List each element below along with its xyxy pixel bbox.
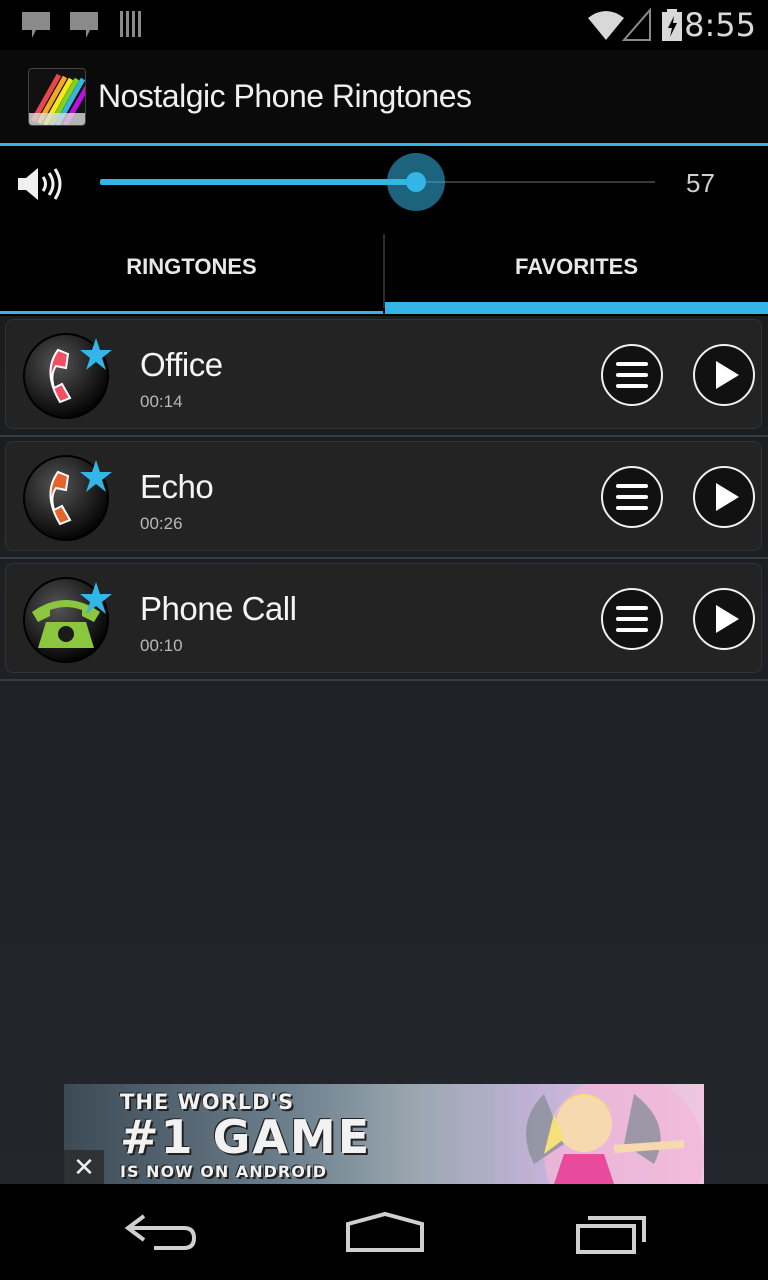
- favorites-list: Office 00:14 Echo 00:26 Phone Call 00:10…: [0, 316, 768, 1184]
- volume-slider-fill: [100, 179, 417, 185]
- ringtone-duration: 00:26: [140, 514, 183, 533]
- ringtone-duration: 00:14: [140, 392, 183, 411]
- menu-button[interactable]: [601, 588, 663, 650]
- barcode-icon: [120, 11, 141, 37]
- red-phone-icon: [23, 333, 112, 419]
- app-logo-icon[interactable]: [28, 68, 86, 126]
- ad-title: #1 GAME: [120, 1110, 372, 1164]
- row-divider: [0, 435, 768, 437]
- recents-icon[interactable]: [566, 1206, 656, 1258]
- menu-button[interactable]: [601, 344, 663, 406]
- list-item[interactable]: Echo 00:26: [5, 441, 762, 551]
- play-button[interactable]: [693, 588, 755, 650]
- menu-button[interactable]: [601, 466, 663, 528]
- play-icon: [716, 361, 739, 389]
- volume-value: 57: [686, 168, 715, 198]
- status-bar: 8:55: [0, 0, 768, 50]
- play-button[interactable]: [693, 466, 755, 528]
- orange-phone-icon: [23, 455, 112, 541]
- row-divider: [0, 557, 768, 559]
- ad-subtitle: IS NOW ON ANDROID: [120, 1162, 328, 1181]
- tab-ringtones[interactable]: RINGTONES: [0, 234, 383, 316]
- tab-ringtones-indicator: [0, 311, 383, 314]
- speaker-icon[interactable]: [16, 164, 64, 204]
- ringtone-title: Office: [140, 346, 223, 383]
- volume-slider-thumb[interactable]: [387, 153, 446, 211]
- ringtone-title: Phone Call: [140, 590, 297, 627]
- menu-icon: [616, 362, 648, 388]
- notification-icon: [22, 12, 50, 38]
- battery-charging-icon: [662, 9, 682, 41]
- navigation-bar: [0, 1184, 768, 1280]
- play-icon: [716, 605, 739, 633]
- clock: 8:55: [684, 6, 756, 44]
- play-button[interactable]: [693, 344, 755, 406]
- menu-icon: [616, 484, 648, 510]
- wifi-icon: [588, 11, 624, 40]
- ad-character-image: [526, 1084, 704, 1184]
- ringtone-title: Echo: [140, 468, 214, 505]
- tab-bar: RINGTONES FAVORITES: [0, 234, 768, 316]
- home-icon[interactable]: [340, 1206, 430, 1258]
- menu-icon: [616, 606, 648, 632]
- app-title: Nostalgic Phone Ringtones: [98, 78, 472, 114]
- volume-control: 57: [0, 146, 768, 234]
- notification-icon: [70, 12, 98, 38]
- row-divider: [0, 679, 768, 681]
- list-item[interactable]: Office 00:14: [5, 319, 762, 429]
- action-bar: Nostalgic Phone Ringtones: [0, 50, 768, 144]
- list-item[interactable]: Phone Call 00:10: [5, 563, 762, 673]
- ringtone-duration: 00:10: [140, 636, 183, 655]
- close-icon[interactable]: ✕: [64, 1150, 104, 1184]
- signal-icon: [622, 8, 651, 41]
- play-icon: [716, 483, 739, 511]
- ad-banner[interactable]: THE WORLD'S #1 GAME IS NOW ON ANDROID ✕: [64, 1084, 704, 1184]
- tab-favorites-indicator: [385, 302, 768, 314]
- green-telephone-icon: [23, 577, 112, 663]
- back-icon[interactable]: [114, 1206, 204, 1258]
